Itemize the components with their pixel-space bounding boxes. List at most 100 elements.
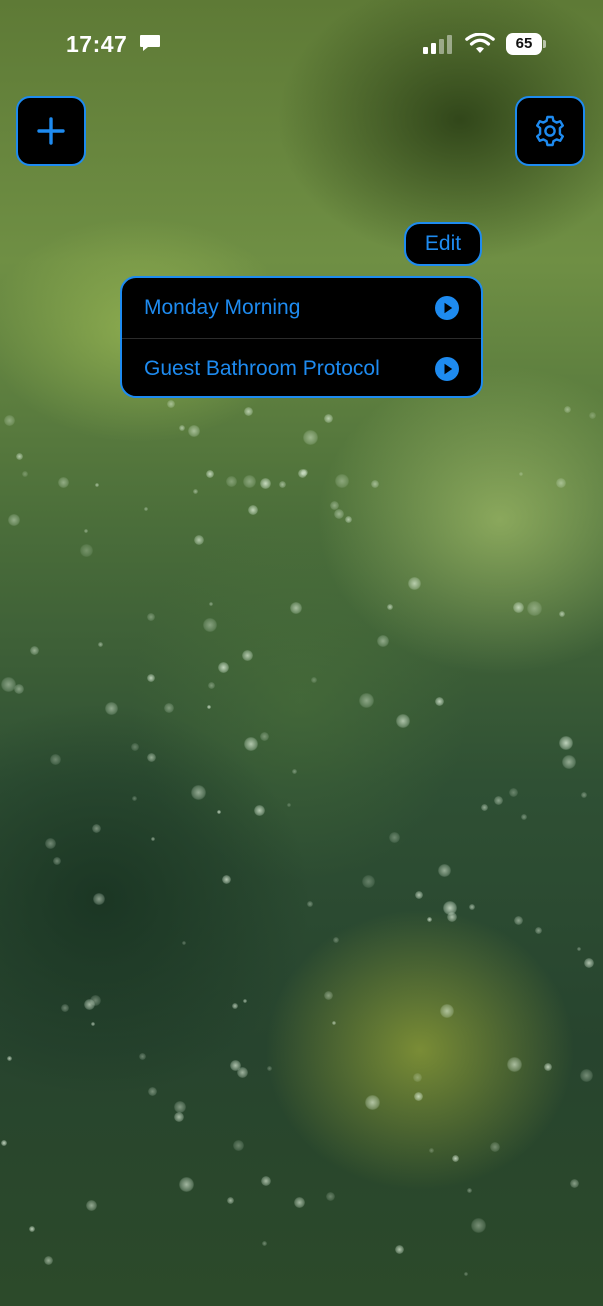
bokeh-dot	[222, 875, 231, 884]
bokeh-dot	[61, 1004, 69, 1012]
bokeh-dot	[564, 406, 571, 413]
bokeh-dot	[244, 737, 258, 751]
bokeh-dot	[471, 1218, 486, 1233]
bokeh-dot	[22, 471, 28, 477]
bokeh-dot	[93, 893, 105, 905]
bokeh-dot	[203, 618, 217, 632]
edit-button[interactable]: Edit	[404, 222, 482, 266]
bokeh-dot	[243, 999, 247, 1003]
gear-icon	[536, 115, 564, 147]
bokeh-dot	[58, 477, 69, 488]
bokeh-dot	[80, 544, 93, 557]
bokeh-dot	[147, 753, 156, 762]
bokeh-dot	[415, 891, 423, 899]
bokeh-dot	[359, 693, 374, 708]
bokeh-dot	[447, 912, 457, 922]
bokeh-dot	[435, 697, 444, 706]
bokeh-dot	[481, 804, 488, 811]
bokeh-dot	[217, 810, 221, 814]
bokeh-dot	[292, 769, 297, 774]
bokeh-dot	[174, 1101, 186, 1113]
bokeh-dot	[333, 937, 339, 943]
bokeh-dot	[377, 635, 389, 647]
bokeh-dot	[16, 453, 23, 460]
settings-button[interactable]	[515, 96, 585, 166]
bokeh-dot	[148, 1087, 157, 1096]
bokeh-dot	[562, 755, 576, 769]
bokeh-dot	[371, 480, 379, 488]
bokeh-dot	[1, 677, 16, 692]
bokeh-dot	[105, 702, 118, 715]
bokeh-dot	[413, 1073, 422, 1082]
bokeh-dot	[279, 481, 286, 488]
bokeh-dot	[324, 414, 333, 423]
bokeh-dot	[507, 1057, 522, 1072]
bokeh-dot	[139, 1053, 146, 1060]
bokeh-dot	[467, 1188, 472, 1193]
bokeh-dot	[452, 1155, 459, 1162]
bokeh-dot	[570, 1179, 579, 1188]
bokeh-dot	[429, 1148, 434, 1153]
bokeh-dot	[287, 803, 291, 807]
bokeh-dot	[226, 476, 237, 487]
bokeh-dot	[8, 514, 20, 526]
battery-cap	[543, 40, 546, 48]
bokeh-dot	[237, 1067, 248, 1078]
bokeh-dot	[559, 736, 573, 750]
bokeh-dot	[207, 705, 211, 709]
shortcut-label: Monday Morning	[144, 296, 301, 319]
shortcut-item-guest-bathroom-protocol[interactable]: Guest Bathroom Protocol	[122, 338, 481, 396]
bokeh-dot	[345, 516, 352, 523]
bokeh-dot	[514, 916, 523, 925]
bokeh-dot	[84, 529, 88, 533]
bokeh-dot	[335, 474, 349, 488]
bokeh-dot	[469, 904, 475, 910]
bokeh-dot	[243, 475, 256, 488]
bokeh-dot	[440, 1004, 454, 1018]
bokeh-dot	[230, 1060, 241, 1071]
bokeh-dot	[233, 1140, 244, 1151]
bokeh-dot	[559, 611, 565, 617]
bokeh-dot	[194, 535, 204, 545]
status-bar: 17:47 65	[0, 0, 603, 90]
bokeh-dot	[556, 478, 566, 488]
bokeh-dot	[4, 415, 15, 426]
shortcut-item-monday-morning[interactable]: Monday Morning	[122, 278, 481, 338]
status-time: 17:47	[66, 31, 128, 57]
battery-level: 65	[506, 33, 542, 55]
bokeh-dot	[227, 1197, 234, 1204]
bokeh-dot	[232, 1003, 238, 1009]
bokeh-dot	[324, 991, 333, 1000]
bokeh-dot	[30, 646, 39, 655]
bokeh-dot	[298, 469, 307, 478]
bokeh-dot	[443, 901, 457, 915]
bokeh-dot	[334, 509, 344, 519]
bokeh-dot	[527, 601, 542, 616]
bokeh-dot	[174, 1112, 184, 1122]
bokeh-dot	[260, 732, 269, 741]
bokeh-dot	[179, 425, 185, 431]
bokeh-dot	[147, 674, 155, 682]
bokeh-dot	[330, 501, 339, 510]
bokeh-dot	[290, 602, 302, 614]
bokeh-dot	[395, 1245, 404, 1254]
bokeh-dot	[389, 832, 400, 843]
bokeh-dot	[90, 995, 101, 1006]
battery-icon: 65	[506, 33, 546, 55]
bokeh-dot	[91, 1022, 95, 1026]
bokeh-dot	[244, 407, 253, 416]
add-button[interactable]	[16, 96, 86, 166]
shortcut-label: Guest Bathroom Protocol	[144, 356, 380, 380]
bokeh-dot	[589, 412, 596, 419]
bokeh-dot	[95, 483, 99, 487]
play-circle-icon[interactable]	[435, 356, 459, 381]
bokeh-dot	[144, 507, 148, 511]
bokeh-dot	[521, 814, 527, 820]
bokeh-dot	[218, 662, 229, 673]
bokeh-dot	[248, 505, 258, 515]
bokeh-dot	[50, 754, 61, 765]
bokeh-dot	[191, 785, 206, 800]
play-circle-icon[interactable]	[435, 296, 459, 320]
bokeh-dot	[84, 999, 95, 1010]
bokeh-dot	[301, 469, 308, 476]
